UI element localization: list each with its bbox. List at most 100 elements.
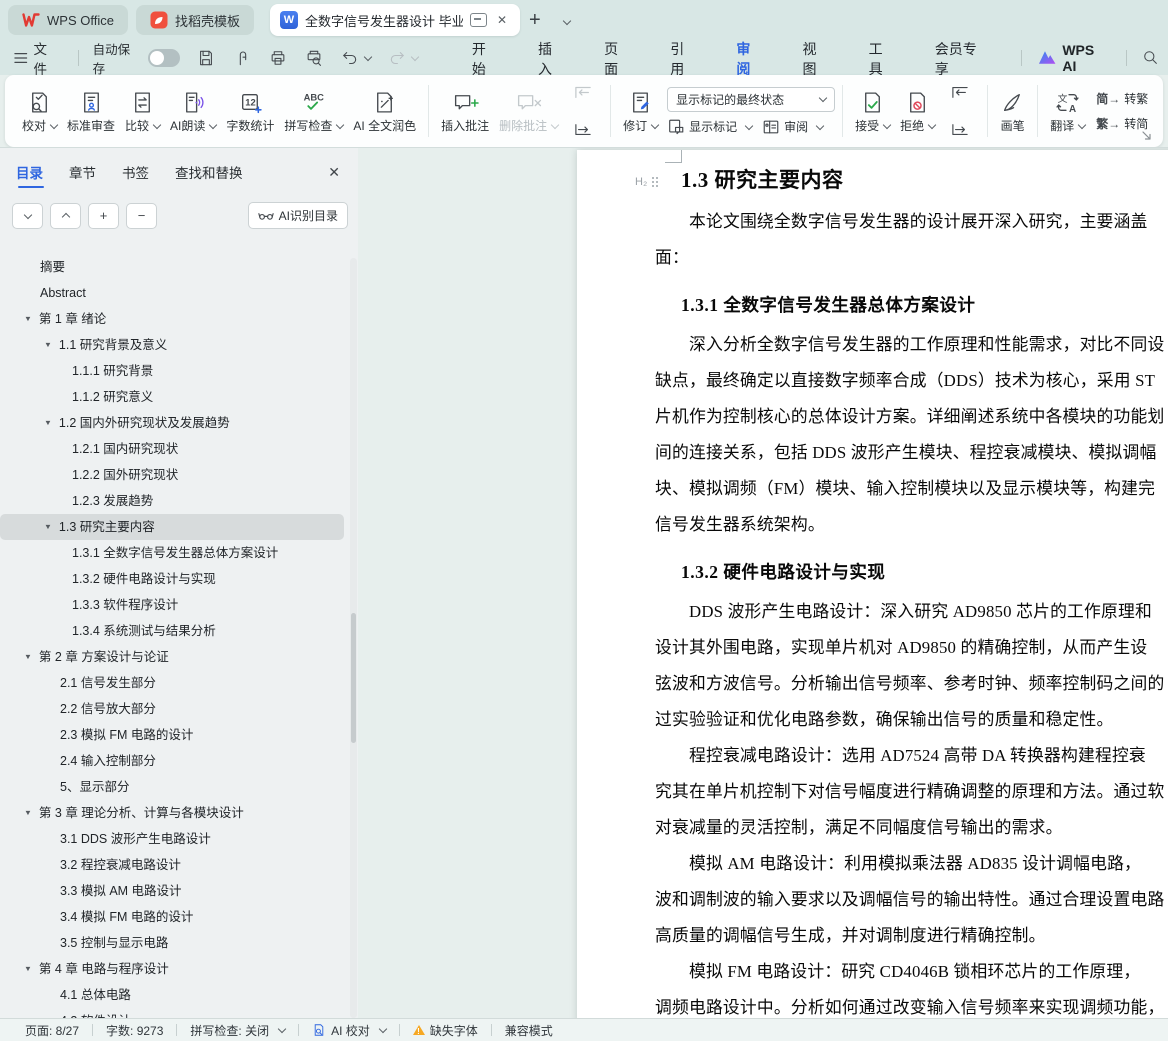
- compare-button[interactable]: 比较: [120, 85, 165, 137]
- wps-ai-button[interactable]: WPS AI: [1028, 42, 1120, 74]
- translate-button[interactable]: 文 A 翻译: [1045, 85, 1090, 137]
- track-changes-button[interactable]: 修订: [618, 85, 663, 137]
- document-text-line[interactable]: 缺点，最终确定以直接数字频率合成（DDS）技术为核心，采用 ST: [655, 363, 1168, 399]
- close-tab-icon[interactable]: ✕: [494, 11, 510, 29]
- toc-item[interactable]: 3.1 DDS 波形产生电路设计: [0, 826, 344, 852]
- scrollbar-thumb[interactable]: [351, 613, 356, 743]
- collapse-arrow-icon[interactable]: ▼: [24, 801, 32, 824]
- sidebar-tab-contents[interactable]: 目录: [16, 162, 43, 188]
- toc-item[interactable]: ▼1.1 研究背景及意义: [0, 332, 344, 358]
- document-content[interactable]: 1.3 研究主要内容本论文围绕全数字信号发生器的设计展开深入研究，主要涵盖面：1…: [577, 150, 1168, 1018]
- file-menu-button[interactable]: 文件: [0, 38, 72, 78]
- zoom-out-level-button[interactable]: −: [126, 203, 157, 229]
- expand-ribbon-button[interactable]: [1141, 130, 1153, 142]
- document-heading[interactable]: 1.3.1 全数字信号发生器总体方案设计: [681, 292, 1168, 317]
- toc-item[interactable]: 1.3.2 硬件电路设计与实现: [0, 566, 344, 592]
- export-button[interactable]: [227, 45, 257, 71]
- ai-proofread-button[interactable]: AI 校对: [299, 1022, 399, 1039]
- reject-button[interactable]: 拒绝: [895, 85, 940, 137]
- toc-item[interactable]: ▼第 1 章 绪论: [0, 306, 344, 332]
- toc-item[interactable]: 2.3 模拟 FM 电路的设计: [0, 722, 344, 748]
- undo-button[interactable]: [335, 45, 376, 71]
- word-count-indicator[interactable]: 字数: 9273: [93, 1022, 176, 1039]
- page[interactable]: H₂ 1.3 研究主要内容本论文围绕全数字信号发生器的设计展开深入研究，主要涵盖…: [577, 150, 1168, 1018]
- heading-level-marker[interactable]: H₂: [635, 176, 659, 188]
- page-indicator[interactable]: 页面: 8/27: [12, 1022, 92, 1039]
- missing-font-warning[interactable]: 缺失字体: [400, 1022, 491, 1039]
- close-sidebar-icon[interactable]: ✕: [328, 164, 348, 187]
- ai-polish-button[interactable]: AI 全文润色: [348, 85, 421, 137]
- accept-button[interactable]: 接受: [850, 85, 895, 137]
- previous-change-button[interactable]: [942, 76, 978, 108]
- document-text-line[interactable]: 设计其外围电路，实现单片机对 AD9850 的精确控制，从而产生设: [655, 630, 1168, 666]
- document-text-line[interactable]: 面：: [655, 240, 1168, 276]
- spell-check-button[interactable]: ABC 拼写检查: [279, 85, 348, 137]
- autosave-toggle[interactable]: [148, 49, 180, 67]
- document-text-line[interactable]: 深入分析全数字信号发生器的工作原理和性能需求，对比不同设: [655, 327, 1168, 363]
- collapse-arrow-icon[interactable]: ▼: [24, 645, 32, 668]
- new-tab-button[interactable]: +: [520, 9, 550, 32]
- sidebar-tab-find-replace[interactable]: 查找和替换: [175, 162, 243, 188]
- tab-session-icon[interactable]: [470, 13, 487, 27]
- toc-item[interactable]: 5、显示部分: [0, 774, 344, 800]
- markup-state-select[interactable]: 显示标记的最终状态: [667, 87, 835, 112]
- toc-item[interactable]: 4.2 软件设计: [0, 1008, 344, 1018]
- toc-item[interactable]: 2.2 信号放大部分: [0, 696, 344, 722]
- word-count-button[interactable]: 12 字数统计: [221, 85, 279, 137]
- proofread-button[interactable]: 校对: [17, 85, 62, 137]
- toc-item[interactable]: 3.3 模拟 AM 电路设计: [0, 878, 344, 904]
- drag-handle-icon[interactable]: [651, 176, 659, 188]
- toc-item[interactable]: 1.3.3 软件程序设计: [0, 592, 344, 618]
- collapse-arrow-icon[interactable]: ▼: [24, 307, 32, 330]
- tab-docer-templates[interactable]: 找稻壳模板: [136, 5, 254, 35]
- sidebar-scrollbar[interactable]: [350, 258, 357, 1018]
- ai-recognize-toc-button[interactable]: AI识别目录: [248, 202, 348, 229]
- zoom-in-level-button[interactable]: +: [88, 203, 119, 229]
- toc-item[interactable]: 3.4 模拟 FM 电路的设计: [0, 904, 344, 930]
- toc-item[interactable]: 1.3.4 系统测试与结果分析: [0, 618, 344, 644]
- autosave-control[interactable]: 自动保存: [85, 39, 188, 77]
- print-button[interactable]: [263, 45, 293, 71]
- next-change-button[interactable]: [942, 114, 978, 146]
- redo-button[interactable]: [382, 45, 423, 71]
- toc-item[interactable]: 1.1.1 研究背景: [0, 358, 344, 384]
- show-markup-button[interactable]: 显示标记: [667, 118, 752, 136]
- document-text-line[interactable]: 究其在单片机控制下对信号幅度进行精确调整的原理和方法。通过软: [655, 774, 1168, 810]
- toc-item[interactable]: 1.2.3 发展趋势: [0, 488, 344, 514]
- to-traditional-button[interactable]: 简→ 转繁: [1096, 90, 1148, 107]
- toc-item[interactable]: 2.4 输入控制部分: [0, 748, 344, 774]
- toc-item[interactable]: 1.2.1 国内研究现状: [0, 436, 344, 462]
- save-button[interactable]: [191, 45, 221, 71]
- next-comment-button[interactable]: [565, 114, 601, 146]
- document-text-line[interactable]: 过实验验证和优化电路参数，确保输出信号的质量和稳定性。: [655, 702, 1168, 738]
- document-text-line[interactable]: 本论文围绕全数字信号发生器的设计展开深入研究，主要涵盖: [655, 204, 1168, 240]
- tab-wps-office[interactable]: WPS Office: [8, 5, 128, 35]
- document-text-line[interactable]: 对衰减量的灵活控制，满足不同幅度信号输出的需求。: [655, 810, 1168, 846]
- toc-item[interactable]: 1.3.1 全数字信号发生器总体方案设计: [0, 540, 344, 566]
- toc-item[interactable]: 2.1 信号发生部分: [0, 670, 344, 696]
- print-preview-button[interactable]: [299, 45, 329, 71]
- collapse-arrow-icon[interactable]: ▼: [24, 957, 32, 980]
- document-text-line[interactable]: 波和调制波的输入要求以及调幅信号的输出特性。通过合理设置电路: [655, 882, 1168, 918]
- previous-comment-button[interactable]: [565, 76, 601, 108]
- toc-item[interactable]: ▼1.2 国内外研究现状及发展趋势: [0, 410, 344, 436]
- toc-item[interactable]: 1.1.2 研究意义: [0, 384, 344, 410]
- toc-item[interactable]: 3.2 程控衰减电路设计: [0, 852, 344, 878]
- tab-list-button[interactable]: [550, 9, 579, 32]
- review-pane-button[interactable]: 审阅: [762, 118, 823, 136]
- search-button[interactable]: [1136, 45, 1165, 70]
- toc-item[interactable]: ▼第 3 章 理论分析、计算与各模块设计: [0, 800, 344, 826]
- document-text-line[interactable]: DDS 波形产生电路设计：深入研究 AD9850 芯片的工作原理和: [655, 594, 1168, 630]
- document-text-line[interactable]: 弦波和方波信号。分析输出信号频率、参考时钟、频率控制码之间的: [655, 666, 1168, 702]
- collapse-arrow-icon[interactable]: ▼: [44, 333, 52, 356]
- spell-check-status[interactable]: 拼写检查: 关闭: [177, 1022, 298, 1039]
- document-text-line[interactable]: 程控衰减电路设计：选用 AD7524 高带 DA 转换器构建程控衰: [655, 738, 1168, 774]
- toc-item[interactable]: 1.2.2 国外研究现状: [0, 462, 344, 488]
- document-text-line[interactable]: 间的连接关系，包括 DDS 波形产生模块、程控衰减模块、模拟调幅: [655, 435, 1168, 471]
- insert-comment-button[interactable]: 插入批注: [436, 85, 494, 137]
- document-text-line[interactable]: 高质量的调幅信号生成，并对调制度进行精确控制。: [655, 918, 1168, 954]
- document-text-line[interactable]: 模拟 AM 电路设计：利用模拟乘法器 AD835 设计调幅电路，: [655, 846, 1168, 882]
- document-text-line[interactable]: 信号发生器系统架构。: [655, 507, 1168, 543]
- standard-review-button[interactable]: 标准审查: [62, 85, 120, 137]
- expand-all-button[interactable]: [12, 203, 43, 229]
